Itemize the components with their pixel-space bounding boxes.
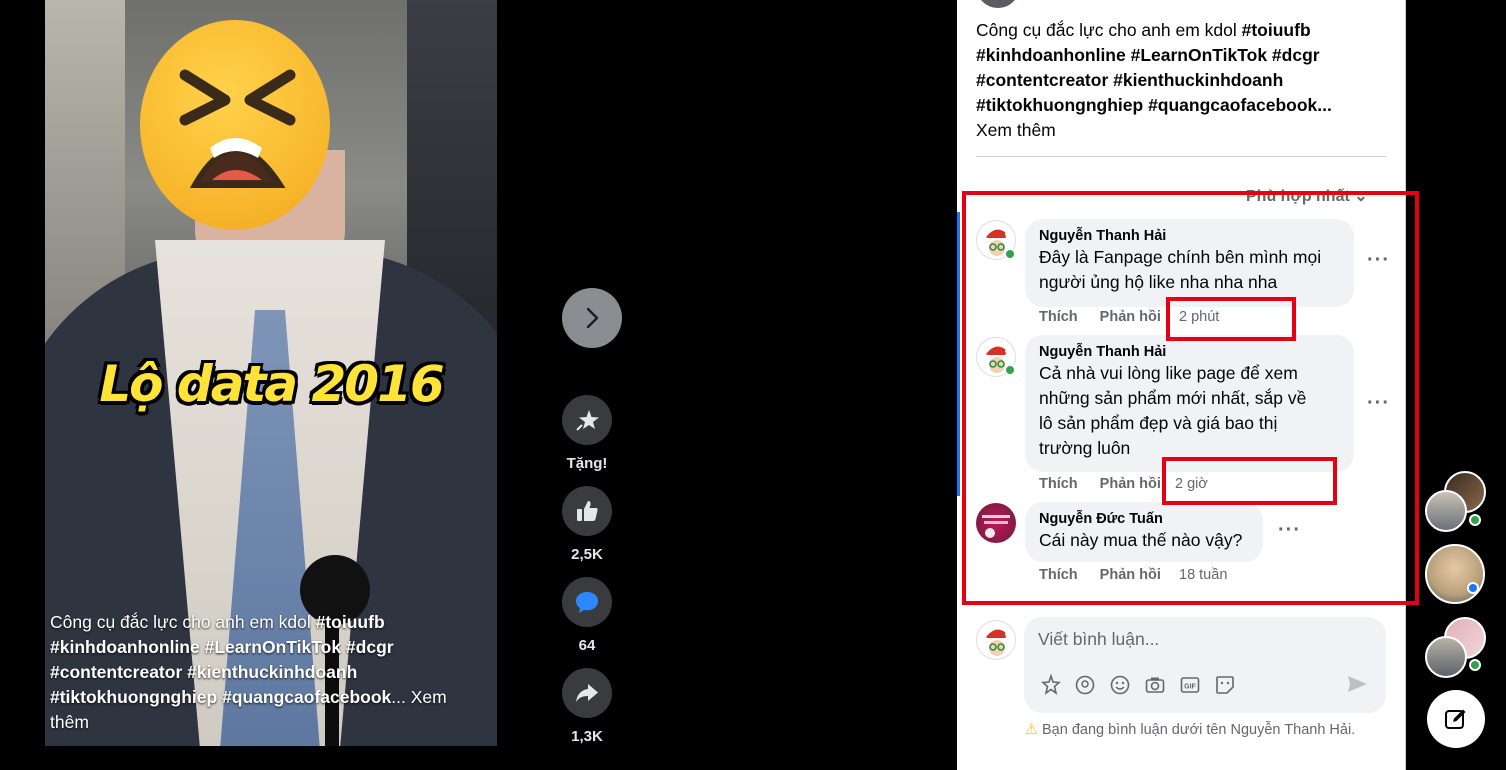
send-icon[interactable]: [1346, 673, 1368, 700]
comment-input[interactable]: Viết bình luận...: [1038, 629, 1159, 650]
post-description: Công cụ đắc lực cho anh em kdol #toiuufb…: [976, 18, 1376, 143]
comment-button[interactable]: [562, 577, 612, 627]
share-action[interactable]: 1,3K: [562, 668, 612, 745]
comment-count: 64: [578, 637, 596, 654]
post-text: Công cụ đắc lực cho anh em kdol: [976, 20, 1242, 40]
avatar-sticker-icon[interactable]: [1073, 673, 1097, 697]
verified-badge-icon: [1467, 582, 1479, 594]
commenting-as-text: Bạn đang bình luận dưới tên Nguyễn Thanh…: [1042, 722, 1356, 738]
svg-text:GIF: GIF: [1184, 684, 1196, 691]
contact-avatar[interactable]: [1425, 636, 1467, 678]
highlight-box: [1162, 457, 1337, 505]
thumbs-up-icon: [577, 501, 598, 521]
star-gift-icon[interactable]: [1038, 673, 1062, 697]
warning-icon: ⚠: [1025, 722, 1038, 738]
new-message-button[interactable]: [1427, 690, 1485, 748]
divider: [976, 156, 1386, 157]
comment-composer[interactable]: Viết bình luận... GIF: [1024, 617, 1386, 713]
scroll-indicator: [957, 212, 960, 496]
chevron-right-icon: [586, 307, 599, 329]
highlight-box: [962, 191, 1419, 605]
hashtag[interactable]: #toiuufb: [1242, 20, 1311, 40]
like-action[interactable]: 2,5K: [562, 486, 612, 563]
video-caption-text: Công cụ đắc lực cho anh em kdol: [50, 612, 316, 632]
gift-button[interactable]: [562, 395, 612, 445]
share-arrow-icon: [576, 684, 598, 702]
gift-action[interactable]: Tặng!: [562, 395, 612, 472]
contact-avatar[interactable]: [1425, 544, 1485, 604]
share-button[interactable]: [562, 668, 612, 718]
video-overlay-title: Lộ data 2016: [99, 355, 444, 413]
see-more-link[interactable]: Xem thêm: [976, 120, 1056, 140]
like-button[interactable]: [562, 486, 612, 536]
emoji-icon[interactable]: [1108, 673, 1132, 697]
highlight-box: [1166, 297, 1296, 341]
like-count: 2,5K: [571, 546, 603, 563]
commenting-as-notice: ⚠ Bạn đang bình luận dưới tên Nguyễn Than…: [1025, 720, 1385, 740]
speech-bubble-icon: [576, 592, 598, 613]
tired-face-emoji-icon: [140, 20, 330, 230]
video-caption: Công cụ đắc lực cho anh em kdol #toiuufb…: [50, 610, 490, 735]
camera-icon[interactable]: [1143, 673, 1167, 697]
sticker-icon[interactable]: [1213, 673, 1237, 697]
santa-avatar-icon: [986, 629, 1011, 656]
hashtags[interactable]: #contentcreator #kienthuckinhdoanh: [976, 70, 1283, 90]
contact-avatar[interactable]: [1425, 490, 1467, 532]
next-video-button[interactable]: [562, 288, 622, 348]
hashtags[interactable]: #kinhdoanhonline #LearnOnTikTok #dcgr: [976, 45, 1320, 65]
current-user-avatar[interactable]: [976, 620, 1016, 660]
gift-label: Tặng!: [566, 455, 608, 472]
composer-toolbar: GIF: [1038, 673, 1237, 697]
gif-icon[interactable]: GIF: [1178, 673, 1202, 697]
compose-edit-icon: [1445, 709, 1466, 729]
online-status-dot: [1469, 659, 1481, 671]
hashtags[interactable]: #tiktokhuongnghiep #quangcaofacebook...: [976, 95, 1332, 115]
star-sparkle-icon: [576, 410, 599, 431]
online-status-dot: [1469, 514, 1481, 526]
share-count: 1,3K: [571, 728, 603, 745]
comment-action[interactable]: 64: [562, 577, 612, 654]
